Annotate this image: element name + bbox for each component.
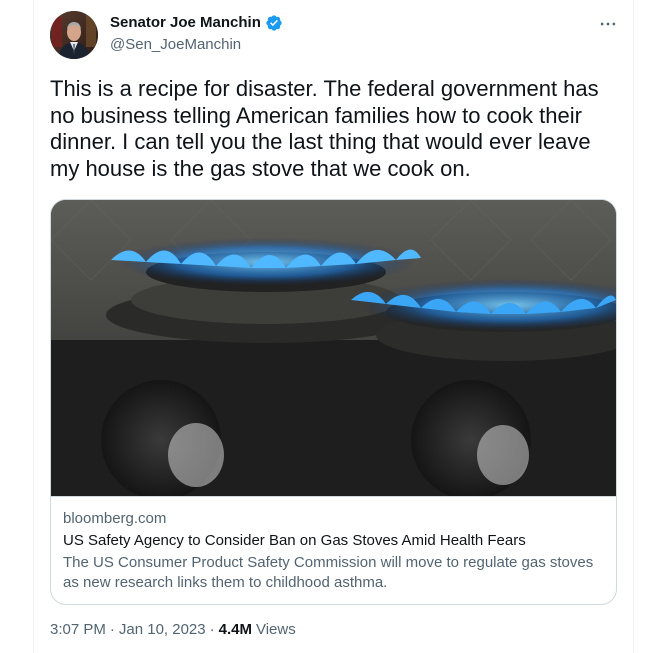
tweet-date[interactable]: Jan 10, 2023 — [119, 620, 206, 640]
card-domain: bloomberg.com — [63, 510, 167, 527]
tweet-time[interactable]: 3:07 PM — [50, 620, 106, 640]
timeline-right-border — [633, 0, 634, 653]
card-title: US Safety Agency to Consider Ban on Gas … — [63, 532, 526, 549]
avatar[interactable] — [50, 11, 98, 59]
link-preview-card[interactable]: bloomberg.com US Safety Agency to Consid… — [50, 199, 617, 605]
card-image-gas-stove[interactable] — [51, 200, 616, 496]
separator: · — [209, 621, 215, 638]
separator: · — [109, 621, 115, 638]
tweet[interactable]: Senator Joe Manchin @Sen_JoeManchin This… — [50, 0, 618, 653]
card-info[interactable]: bloomberg.com US Safety Agency to Consid… — [51, 496, 616, 604]
tweet-text: This is a recipe for disaster. The feder… — [50, 76, 605, 181]
more-horizontal-icon — [600, 22, 616, 26]
user-handle[interactable]: @Sen_JoeManchin — [110, 36, 241, 54]
views-label: Views — [255, 621, 296, 638]
timeline-left-border — [33, 0, 34, 653]
display-name[interactable]: Senator Joe Manchin — [110, 14, 261, 32]
more-options-button[interactable] — [596, 12, 620, 36]
card-description: The US Consumer Product Safety Commissio… — [63, 554, 594, 591]
tweet-meta: 3:07 PM · Jan 10, 2023 · 4.4M Views — [50, 620, 296, 640]
verified-badge-icon — [265, 14, 283, 32]
views-count: 4.4M — [218, 621, 252, 638]
